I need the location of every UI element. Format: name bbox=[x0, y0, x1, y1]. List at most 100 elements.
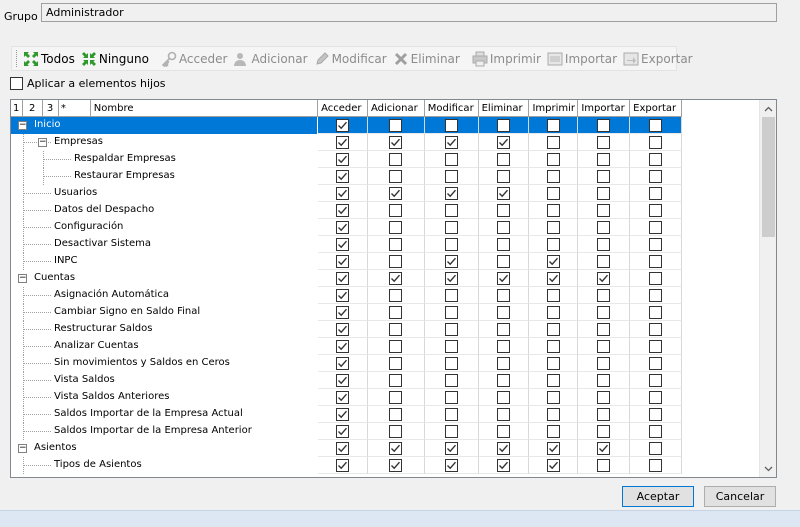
level-2-header[interactable]: 2 bbox=[23, 100, 43, 117]
permission-checkbox[interactable] bbox=[546, 373, 560, 387]
permission-checkbox[interactable] bbox=[597, 237, 611, 251]
permission-checkbox[interactable] bbox=[546, 441, 560, 455]
permission-checkbox[interactable] bbox=[444, 203, 458, 217]
table-row[interactable]: Saldos Importar de la Empresa Anterior bbox=[11, 423, 682, 440]
permission-checkbox[interactable] bbox=[497, 390, 511, 404]
permission-checkbox[interactable] bbox=[597, 458, 611, 472]
permission-checkbox[interactable] bbox=[444, 373, 458, 387]
permission-checkbox[interactable] bbox=[649, 254, 663, 268]
permission-checkbox[interactable] bbox=[389, 118, 403, 132]
permission-checkbox[interactable] bbox=[389, 135, 403, 149]
permission-checkbox[interactable] bbox=[336, 458, 349, 472]
table-row[interactable]: Restaurar Empresas bbox=[11, 168, 682, 185]
permission-checkbox[interactable] bbox=[546, 407, 560, 421]
table-row[interactable]: Respaldar Empresas bbox=[11, 151, 682, 168]
eliminar-button[interactable]: Eliminar bbox=[390, 48, 463, 69]
permission-checkbox[interactable] bbox=[444, 356, 458, 370]
permission-checkbox[interactable] bbox=[336, 390, 349, 404]
permission-checkbox[interactable] bbox=[546, 390, 560, 404]
permission-checkbox[interactable] bbox=[389, 169, 403, 183]
permission-checkbox[interactable] bbox=[546, 305, 560, 319]
permission-checkbox[interactable] bbox=[389, 271, 403, 285]
permission-checkbox[interactable] bbox=[597, 390, 611, 404]
permission-checkbox[interactable] bbox=[389, 203, 403, 217]
exportar-button[interactable]: Exportar bbox=[620, 48, 696, 69]
level-all-header[interactable]: * bbox=[59, 100, 91, 117]
tree-cell[interactable]: Tipos de Asientos bbox=[11, 457, 319, 474]
permission-checkbox[interactable] bbox=[649, 135, 663, 149]
scrollbar-thumb[interactable] bbox=[762, 117, 775, 237]
permission-checkbox[interactable] bbox=[546, 322, 560, 336]
permission-checkbox[interactable] bbox=[546, 237, 560, 251]
permission-checkbox[interactable] bbox=[546, 220, 560, 234]
permission-checkbox[interactable] bbox=[444, 186, 458, 200]
cancel-button[interactable]: Cancelar bbox=[704, 486, 776, 507]
tree-cell[interactable]: − Empresas bbox=[11, 134, 319, 151]
permission-checkbox[interactable] bbox=[389, 373, 403, 387]
permission-checkbox[interactable] bbox=[389, 152, 403, 166]
permission-checkbox[interactable] bbox=[389, 339, 403, 353]
adicionar-button[interactable]: Adicionar bbox=[230, 48, 310, 69]
permission-checkbox[interactable] bbox=[444, 407, 458, 421]
permission-checkbox[interactable] bbox=[546, 288, 560, 302]
permission-checkbox[interactable] bbox=[336, 288, 349, 302]
permission-checkbox[interactable] bbox=[444, 237, 458, 251]
permission-checkbox[interactable] bbox=[649, 373, 663, 387]
permission-checkbox[interactable] bbox=[336, 186, 349, 200]
tree-cell[interactable]: Configuración bbox=[11, 219, 319, 236]
permission-checkbox[interactable] bbox=[497, 135, 511, 149]
tree-cell[interactable]: Respaldar Empresas bbox=[11, 151, 319, 168]
permission-checkbox[interactable] bbox=[336, 322, 349, 336]
permission-checkbox[interactable] bbox=[336, 203, 349, 217]
permission-checkbox[interactable] bbox=[597, 356, 611, 370]
permission-checkbox[interactable] bbox=[649, 220, 663, 234]
permission-checkbox[interactable] bbox=[336, 356, 349, 370]
permission-checkbox[interactable] bbox=[597, 424, 611, 438]
permission-checkbox[interactable] bbox=[546, 271, 560, 285]
permission-checkbox[interactable] bbox=[497, 203, 511, 217]
permission-checkbox[interactable] bbox=[497, 186, 511, 200]
tree-cell[interactable]: Desactivar Sistema bbox=[11, 236, 319, 253]
permission-checkbox[interactable] bbox=[497, 458, 511, 472]
permission-checkbox[interactable] bbox=[649, 203, 663, 217]
permission-checkbox[interactable] bbox=[336, 254, 349, 268]
permission-checkbox[interactable] bbox=[649, 305, 663, 319]
permission-checkbox[interactable] bbox=[546, 356, 560, 370]
permission-checkbox[interactable] bbox=[497, 373, 511, 387]
permission-checkbox[interactable] bbox=[444, 118, 458, 132]
permission-checkbox[interactable] bbox=[389, 288, 403, 302]
permission-checkbox[interactable] bbox=[597, 288, 611, 302]
tree-cell[interactable]: Vista Saldos bbox=[11, 372, 319, 389]
permission-checkbox[interactable] bbox=[597, 186, 611, 200]
permission-checkbox[interactable] bbox=[389, 322, 403, 336]
table-row[interactable]: Cambiar Signo en Saldo Final bbox=[11, 304, 682, 321]
permission-checkbox[interactable] bbox=[444, 322, 458, 336]
permission-checkbox[interactable] bbox=[597, 220, 611, 234]
permission-checkbox[interactable] bbox=[444, 288, 458, 302]
permission-checkbox[interactable] bbox=[649, 169, 663, 183]
permission-checkbox[interactable] bbox=[546, 118, 560, 132]
permission-checkbox[interactable] bbox=[649, 441, 663, 455]
tree-cell[interactable]: Restaurar Empresas bbox=[11, 168, 319, 185]
permission-checkbox[interactable] bbox=[597, 305, 611, 319]
permission-checkbox[interactable] bbox=[546, 203, 560, 217]
level-3-header[interactable]: 3 bbox=[43, 100, 59, 117]
permission-checkbox[interactable] bbox=[649, 458, 663, 472]
permission-checkbox[interactable] bbox=[649, 186, 663, 200]
accept-button[interactable]: Aceptar bbox=[622, 486, 694, 507]
table-row[interactable]: − Asientos bbox=[11, 440, 682, 457]
permission-checkbox[interactable] bbox=[649, 152, 663, 166]
permission-checkbox[interactable] bbox=[497, 220, 511, 234]
permission-checkbox[interactable] bbox=[597, 118, 611, 132]
permission-checkbox[interactable] bbox=[597, 373, 611, 387]
tree-cell[interactable]: Saldos Importar de la Empresa Anterior bbox=[11, 423, 319, 440]
permission-checkbox[interactable] bbox=[336, 220, 349, 234]
permission-checkbox[interactable] bbox=[389, 305, 403, 319]
table-row[interactable]: Sin movimientos y Saldos en Ceros bbox=[11, 355, 682, 372]
permission-checkbox[interactable] bbox=[649, 424, 663, 438]
table-row[interactable]: Analizar Cuentas bbox=[11, 338, 682, 355]
permission-checkbox[interactable] bbox=[546, 458, 560, 472]
modificar-button[interactable]: Modificar bbox=[311, 48, 390, 69]
permission-checkbox[interactable] bbox=[597, 203, 611, 217]
permission-checkbox[interactable] bbox=[546, 169, 560, 183]
